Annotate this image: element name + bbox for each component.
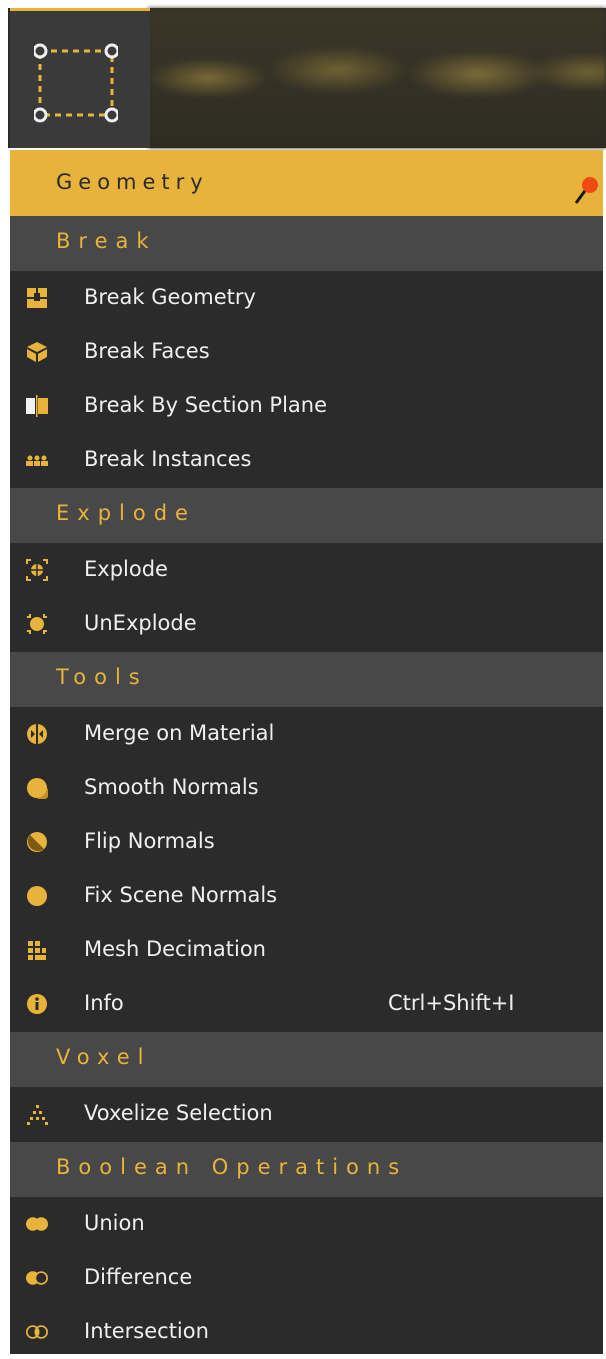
menu-item-fix-scene-normals[interactable]: Fix Scene Normals bbox=[10, 869, 603, 923]
info-shortcut: Ctrl+Shift+I bbox=[388, 991, 515, 1015]
blurred-toolbar-background bbox=[148, 8, 606, 148]
menu-item-mesh-decimation[interactable]: Mesh Decimation bbox=[10, 923, 603, 977]
section-tools: Tools bbox=[10, 652, 603, 707]
section-boolean-operations: Boolean Operations bbox=[10, 1142, 603, 1197]
menu-item-merge-on-material[interactable]: Merge on Material bbox=[10, 707, 603, 761]
menu-item-label: UnExplode bbox=[84, 611, 197, 635]
menu-item-label: Fix Scene Normals bbox=[84, 883, 278, 907]
unexplode-icon bbox=[27, 614, 47, 634]
section-break-label: Break bbox=[56, 229, 157, 253]
info-icon bbox=[27, 994, 47, 1014]
menu-item-label: Smooth Normals bbox=[84, 775, 259, 799]
menu-item-break-instances[interactable]: Break Instances bbox=[10, 433, 603, 487]
section-boolean-label: Boolean Operations bbox=[56, 1155, 408, 1179]
menu-item-label: Break Instances bbox=[84, 447, 252, 471]
menu-item-explode[interactable]: Explode bbox=[10, 543, 603, 597]
cube-faces-icon bbox=[27, 342, 47, 362]
menu-item-difference[interactable]: Difference bbox=[10, 1251, 603, 1305]
voxelize-icon bbox=[27, 1105, 48, 1125]
menu-item-label: Flip Normals bbox=[84, 829, 215, 853]
menu-item-label: Break By Section Plane bbox=[84, 393, 328, 417]
menu-item-flip-normals[interactable]: Flip Normals bbox=[10, 815, 603, 869]
toolbar-strip bbox=[8, 8, 606, 148]
section-plane-icon bbox=[26, 395, 48, 417]
instances-icon bbox=[26, 455, 48, 466]
menu-item-label: Merge on Material bbox=[84, 721, 275, 745]
intersection-icon bbox=[26, 1325, 48, 1339]
menu-item-info[interactable]: Info Ctrl+Shift+I bbox=[10, 977, 603, 1031]
merge-material-icon bbox=[27, 724, 47, 744]
flip-normals-icon bbox=[27, 832, 47, 852]
menu-item-label: Break Geometry bbox=[84, 285, 256, 309]
menu-item-voxelize-selection[interactable]: Voxelize Selection bbox=[10, 1087, 603, 1141]
menu-item-unexplode[interactable]: UnExplode bbox=[10, 597, 603, 651]
menu-item-break-faces[interactable]: Break Faces bbox=[10, 325, 603, 379]
menu-item-label: Voxelize Selection bbox=[84, 1101, 273, 1125]
menu-item-label: Union bbox=[84, 1211, 145, 1235]
section-break: Break bbox=[10, 216, 603, 271]
menu-title: Geometry bbox=[56, 170, 209, 194]
menu-item-label: Break Faces bbox=[84, 339, 210, 363]
menu-item-intersection[interactable]: Intersection bbox=[10, 1305, 603, 1359]
pin-icon[interactable] bbox=[573, 176, 599, 206]
menu-item-label: Mesh Decimation bbox=[84, 937, 266, 961]
menu-item-label: Intersection bbox=[84, 1319, 209, 1343]
section-explode: Explode bbox=[10, 488, 603, 543]
menu-item-union[interactable]: Union bbox=[10, 1197, 603, 1251]
menu-item-smooth-normals[interactable]: Smooth Normals bbox=[10, 761, 603, 815]
difference-icon bbox=[26, 1271, 48, 1285]
menu-item-label: Difference bbox=[84, 1265, 193, 1289]
menu-item-label: Info bbox=[84, 991, 124, 1015]
mesh-decimation-icon bbox=[28, 941, 46, 960]
menu-item-break-geometry[interactable]: Break Geometry bbox=[10, 271, 603, 325]
bounding-box-icon bbox=[34, 43, 118, 123]
section-voxel-label: Voxel bbox=[56, 1045, 152, 1069]
menu-item-label: Explode bbox=[84, 557, 168, 581]
section-voxel: Voxel bbox=[10, 1032, 603, 1087]
fix-normals-icon bbox=[27, 886, 47, 906]
explode-icon bbox=[26, 559, 48, 581]
menu-header: Geometry bbox=[10, 150, 603, 216]
geometry-menu: Geometry Break Break Geometry Break Face… bbox=[10, 150, 603, 1354]
geometry-tool-tab[interactable] bbox=[10, 8, 150, 148]
smooth-normals-icon bbox=[27, 778, 48, 799]
section-explode-label: Explode bbox=[56, 501, 196, 525]
menu-item-break-by-section-plane[interactable]: Break By Section Plane bbox=[10, 379, 603, 433]
union-icon bbox=[26, 1217, 48, 1231]
break-geometry-icon bbox=[27, 288, 47, 308]
section-tools-label: Tools bbox=[56, 665, 148, 689]
